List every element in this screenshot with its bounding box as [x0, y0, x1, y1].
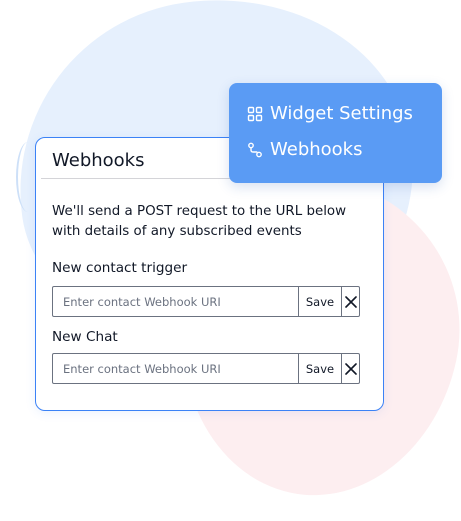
grid-icon: [247, 106, 263, 121]
card-description: We'll send a POST request to the URL bel…: [52, 204, 347, 239]
close-icon: [344, 295, 357, 308]
new-contact-webhook-input[interactable]: [53, 287, 298, 316]
new-contact-save-button[interactable]: Save: [298, 287, 341, 316]
new-chat-webhook-input[interactable]: [53, 354, 298, 383]
new-contact-trigger-row: Save: [52, 286, 360, 317]
new-chat-clear-button[interactable]: [341, 354, 359, 383]
menu-item-label: Webhooks: [270, 139, 363, 160]
route-icon: [248, 142, 262, 157]
new-contact-clear-button[interactable]: [341, 287, 359, 316]
menu-item-widget-settings[interactable]: Widget Settings: [247, 103, 413, 124]
new-chat-label: New Chat: [52, 329, 118, 345]
new-chat-row: Save: [52, 353, 360, 384]
settings-menu: Widget Settings Webhooks: [229, 83, 442, 183]
card-title: Webhooks: [52, 150, 145, 171]
close-icon: [344, 362, 357, 375]
new-chat-save-button[interactable]: Save: [298, 354, 341, 383]
menu-item-webhooks[interactable]: Webhooks: [247, 139, 362, 160]
menu-item-label: Widget Settings: [270, 103, 413, 124]
new-contact-trigger-label: New contact trigger: [52, 260, 188, 276]
